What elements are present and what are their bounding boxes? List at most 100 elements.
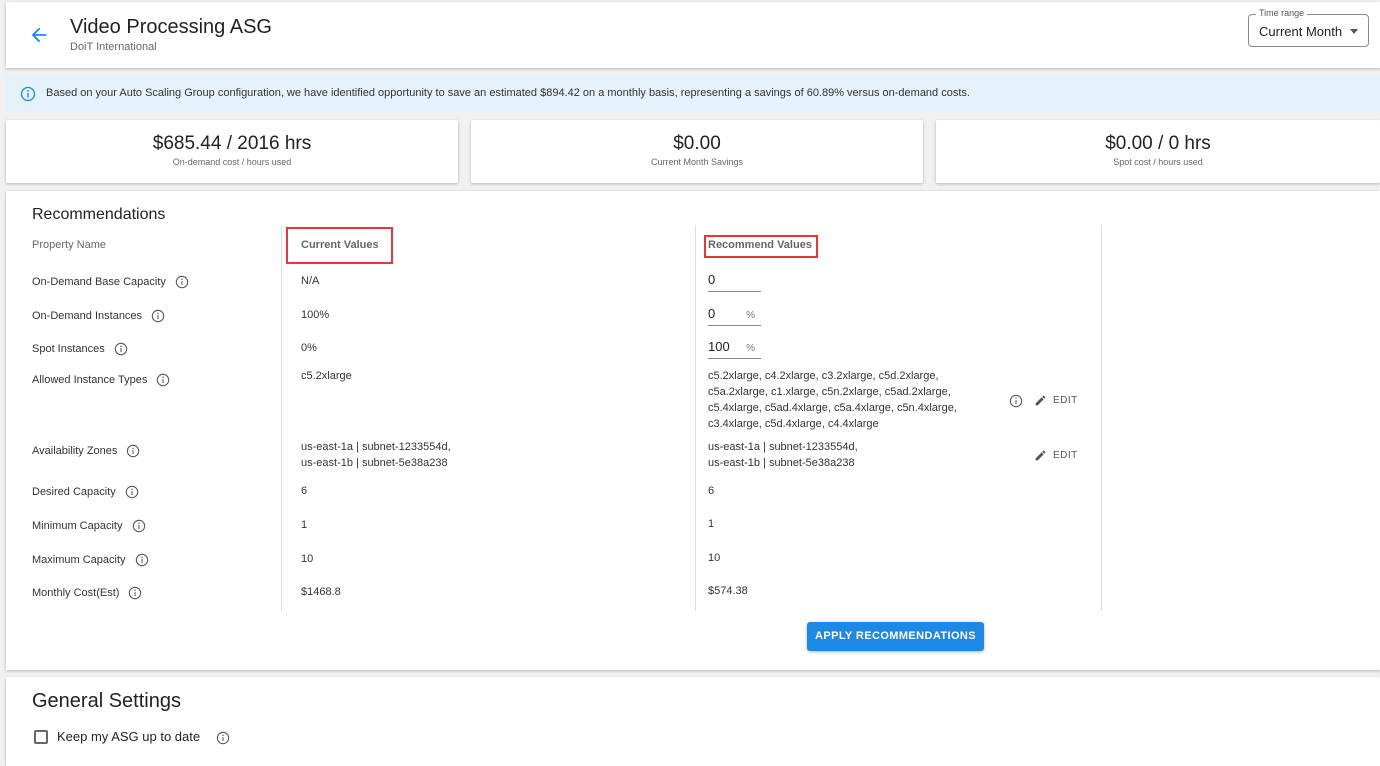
property-label: On-Demand Instances (32, 309, 143, 322)
card-label: Spot cost / hours used (1113, 157, 1203, 167)
property-label: Availability Zones (32, 444, 118, 457)
percent-unit: % (746, 310, 755, 321)
property-label: Minimum Capacity (32, 519, 123, 532)
chevron-down-icon (1350, 29, 1358, 34)
input-value: 100 (708, 339, 730, 354)
spot-percent-input[interactable]: 100 % (708, 337, 761, 359)
column-divider (281, 225, 282, 611)
back-arrow-icon[interactable] (28, 24, 50, 46)
info-icon[interactable] (1009, 394, 1023, 408)
recommendations-title: Recommendations (32, 206, 166, 223)
property-label: Monthly Cost(Est) (32, 586, 120, 599)
general-settings-panel: General Settings Keep my ASG up to date (6, 677, 1380, 766)
zone-line: us-east-1a | subnet-1233554d, (708, 441, 858, 453)
recommend-values-header: Recommend Values (708, 239, 812, 251)
column-divider (1101, 225, 1102, 611)
recommended-value: 6 (708, 485, 715, 497)
current-value: 6 (301, 485, 308, 497)
table-row-desired-capacity: Desired Capacity (32, 485, 139, 499)
input-value: 0 (708, 272, 716, 287)
zone-line: us-east-1b | subnet-5e38a238 (708, 457, 855, 469)
current-value: 0% (301, 342, 317, 354)
time-range-select[interactable]: Time range Current Month (1248, 8, 1369, 47)
property-label: On-Demand Base Capacity (32, 275, 166, 288)
info-icon[interactable] (135, 553, 149, 567)
recommended-value: $574.38 (708, 585, 748, 597)
property-label: Desired Capacity (32, 485, 116, 498)
percent-unit: % (746, 343, 755, 354)
current-values-header: Current Values (301, 239, 379, 251)
info-icon[interactable] (126, 444, 140, 458)
savings-alert: Based on your Auto Scaling Group configu… (6, 75, 1380, 112)
pencil-icon (1035, 395, 1046, 406)
table-row-maximum-capacity: Maximum Capacity (32, 553, 149, 567)
pencil-icon (1035, 450, 1046, 461)
savings-card: $0.00 Current Month Savings (471, 120, 923, 183)
column-divider (695, 225, 696, 611)
card-value: $685.44 / 2016 hrs (152, 133, 312, 154)
page-subtitle: DoiT International (70, 41, 157, 53)
info-icon[interactable] (175, 275, 189, 289)
time-range-value: Current Month (1259, 24, 1343, 39)
property-label: Allowed Instance Types (32, 373, 148, 386)
alert-text: Based on your Auto Scaling Group configu… (46, 87, 970, 99)
instance-types-line: c3.4xlarge, c5d.4xlarge, c4.4xlarge (708, 418, 879, 430)
current-value: N/A (301, 275, 320, 287)
page-title: Video Processing ASG (70, 16, 272, 38)
card-label: On-demand cost / hours used (172, 157, 292, 167)
instance-types-line: c5.2xlarge, c4.2xlarge, c3.2xlarge, c5d.… (708, 370, 939, 382)
current-value: $1468.8 (301, 586, 341, 598)
current-availability-zones: us-east-1a | subnet-1233554d, us-east-1b… (301, 439, 451, 471)
card-label: Current Month Savings (650, 157, 744, 167)
base-capacity-input[interactable]: 0 (708, 270, 761, 292)
property-label: Spot Instances (32, 342, 105, 355)
card-value: $0.00 (673, 133, 721, 154)
apply-recommendations-button[interactable]: APPLY RECOMMENDATIONS (807, 622, 984, 651)
edit-instance-types-button[interactable]: EDIT (1034, 394, 1078, 407)
keep-asg-updated-checkbox[interactable] (34, 730, 48, 744)
checkbox-label: Keep my ASG up to date (57, 729, 201, 744)
info-icon[interactable] (132, 519, 146, 533)
table-row-on-demand-instances: On-Demand Instances (32, 309, 165, 323)
instance-types-line: c5a.2xlarge, c1.xlarge, c5n.2xlarge, c5a… (708, 386, 951, 398)
current-value: 1 (301, 519, 308, 531)
current-value: 10 (301, 553, 314, 565)
keep-asg-updated-label: Keep my ASG up to date (57, 729, 230, 745)
table-row-monthly-cost: Monthly Cost(Est) (32, 586, 142, 600)
info-icon[interactable] (125, 485, 139, 499)
table-row-availability-zones: Availability Zones (32, 444, 140, 458)
general-settings-title: General Settings (32, 690, 181, 712)
info-icon[interactable] (156, 373, 170, 387)
recommendations-panel: Recommendations Property Name Current Va… (6, 191, 1380, 670)
info-icon[interactable] (216, 731, 230, 745)
info-icon[interactable] (114, 342, 128, 356)
table-row-spot-instances: Spot Instances (32, 342, 128, 356)
zone-line: us-east-1a | subnet-1233554d, (301, 441, 451, 453)
current-value: c5.2xlarge (301, 370, 352, 382)
recommended-availability-zones: us-east-1a | subnet-1233554d, us-east-1b… (708, 439, 858, 471)
table-row-instance-types: Allowed Instance Types (32, 373, 170, 387)
info-icon[interactable] (151, 309, 165, 323)
input-value: 0 (708, 306, 716, 321)
page-header: Video Processing ASG DoiT International … (6, 2, 1380, 68)
spot-cost-card: $0.00 / 0 hrs Spot cost / hours used (936, 120, 1380, 183)
card-value: $0.00 / 0 hrs (1105, 133, 1211, 154)
edit-label: EDIT (1053, 395, 1078, 407)
edit-label: EDIT (1053, 450, 1078, 462)
table-row-base-capacity: On-Demand Base Capacity (32, 275, 189, 289)
recommended-value: 10 (708, 552, 721, 564)
current-value: 100% (301, 309, 330, 321)
info-icon[interactable] (128, 586, 142, 600)
edit-availability-zones-button[interactable]: EDIT (1034, 449, 1078, 462)
recommended-instance-types: c5.2xlarge, c4.2xlarge, c3.2xlarge, c5d.… (708, 368, 957, 432)
recommended-value: 1 (708, 518, 715, 530)
table-row-minimum-capacity: Minimum Capacity (32, 519, 146, 533)
info-icon (20, 86, 36, 102)
zone-line: us-east-1b | subnet-5e38a238 (301, 457, 448, 469)
on-demand-cost-card: $685.44 / 2016 hrs On-demand cost / hour… (6, 120, 458, 183)
property-label: Maximum Capacity (32, 553, 126, 566)
on-demand-percent-input[interactable]: 0 % (708, 304, 761, 326)
instance-types-line: c5.4xlarge, c5ad.4xlarge, c5a.4xlarge, c… (708, 402, 957, 414)
property-name-header: Property Name (32, 239, 106, 251)
time-range-label: Time range (1256, 8, 1308, 18)
